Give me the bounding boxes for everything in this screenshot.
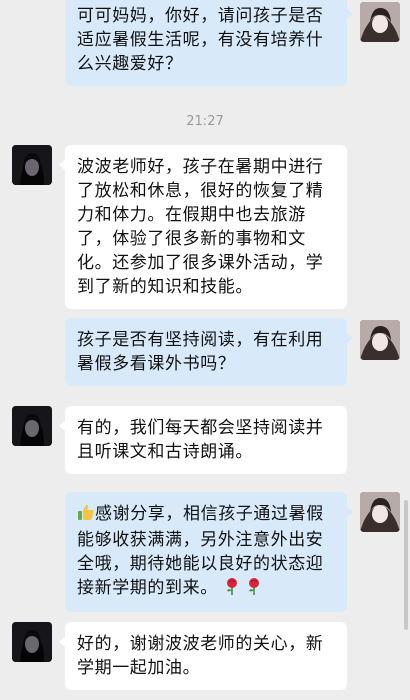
- message-text: 孩子是否有坚持阅读，有在利用暑假多看课外书吗？: [77, 330, 324, 374]
- message-text: 可可妈妈，你好，请问孩子是否适应暑假生活呢，有没有培养什么兴趣爱好？: [77, 6, 324, 74]
- teacher-avatar[interactable]: [12, 406, 52, 446]
- portrait-icon: [360, 2, 400, 42]
- portrait-icon: [12, 406, 52, 446]
- message-text: 有的，我们每天都会坚持阅读并且听课文和古诗朗诵。: [77, 418, 324, 462]
- scrollbar[interactable]: [404, 500, 408, 630]
- message-bubble[interactable]: 波波老师好，孩子在暑期中进行了放松和休息，很好的恢复了精力和体力。在假期中也去旅…: [59, 145, 347, 309]
- message-bubble[interactable]: 有的，我们每天都会坚持阅读并且听课文和古诗朗诵。: [59, 406, 347, 474]
- parent-avatar[interactable]: [360, 320, 400, 360]
- message-text: 好的，谢谢波波老师的关心，新学期一起加油。: [77, 634, 324, 678]
- rose-icon: [248, 578, 259, 595]
- rose-emoji: [224, 577, 240, 602]
- portrait-icon: [12, 145, 52, 185]
- message-bubble[interactable]: 好的，谢谢波波老师的关心，新学期一起加油。: [59, 622, 347, 690]
- message-text: 波波老师好，孩子在暑期中进行了放松和休息，很好的恢复了精力和体力。在假期中也去旅…: [77, 157, 324, 297]
- teacher-avatar[interactable]: [12, 622, 52, 662]
- portrait-icon: [360, 320, 400, 360]
- rose-icon: [226, 578, 237, 595]
- message-bubble[interactable]: 感谢分享，相信孩子通过暑假能够收获满满，另外注意外出安全哦，期待她能以良好的状态…: [65, 492, 353, 612]
- timestamp: 21:27: [186, 114, 224, 129]
- message-text: 感谢分享，相信孩子通过暑假能够收获满满，另外注意外出安全哦，期待她能以良好的状态…: [77, 504, 324, 598]
- message-bubble[interactable]: 可可妈妈，你好，请问孩子是否适应暑假生活呢，有没有培养什么兴趣爱好？: [65, 0, 353, 86]
- teacher-avatar[interactable]: [12, 145, 52, 185]
- message-row: 可可妈妈，你好，请问孩子是否适应暑假生活呢，有没有培养什么兴趣爱好？: [0, 0, 410, 100]
- thumbs-up-icon: [78, 504, 94, 520]
- portrait-icon: [360, 492, 400, 532]
- rose-emoji: [246, 577, 262, 602]
- portrait-icon: [12, 622, 52, 662]
- message-bubble[interactable]: 孩子是否有坚持阅读，有在利用暑假多看课外书吗？: [65, 318, 353, 386]
- parent-avatar[interactable]: [360, 492, 400, 532]
- parent-avatar[interactable]: [360, 2, 400, 42]
- chat-view: 可可妈妈，你好，请问孩子是否适应暑假生活呢，有没有培养什么兴趣爱好？ 21:27…: [0, 0, 410, 700]
- thumbs-up-emoji: [77, 503, 95, 528]
